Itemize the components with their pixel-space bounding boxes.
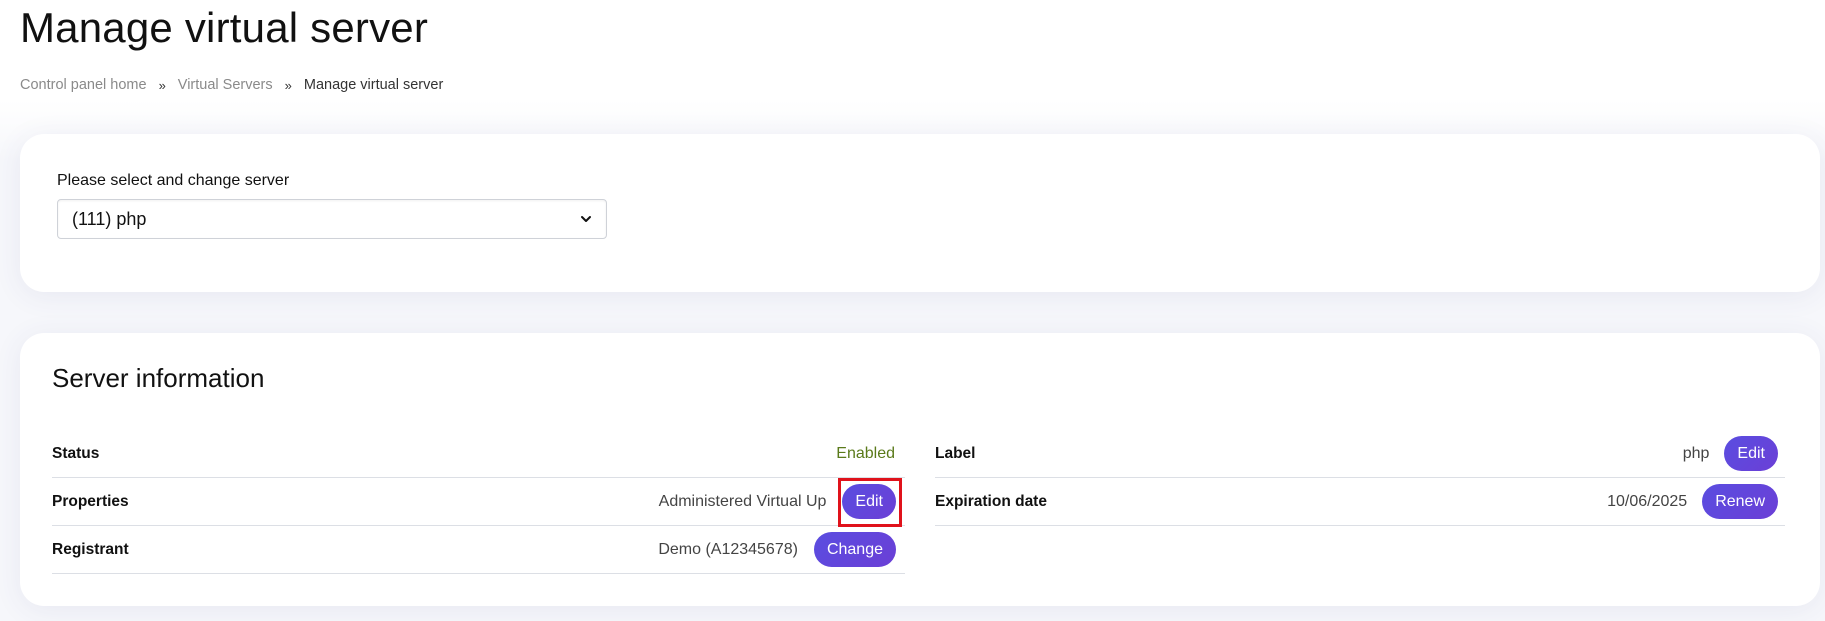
- server-information-title: Server information: [52, 363, 265, 393]
- status-label: Status: [52, 444, 100, 462]
- server-info-left-column: Status Enabled Properties Administered V…: [52, 430, 905, 574]
- expiration-date-value: 10/06/2025: [1607, 492, 1688, 510]
- page: Manage virtual server Control panel home…: [0, 0, 1825, 621]
- label-label: Label: [935, 444, 976, 462]
- registrant-value: Demo (A12345678): [658, 540, 798, 558]
- label-value: php: [1682, 444, 1710, 462]
- breadcrumb-separator: »: [284, 77, 292, 93]
- breadcrumb-link-virtual-servers[interactable]: Virtual Servers: [178, 77, 273, 93]
- properties-value: Administered Virtual Up: [658, 492, 827, 510]
- breadcrumb-current: Manage virtual server: [303, 77, 444, 93]
- server-select-card: Please select and change server (111) ph…: [20, 134, 1820, 292]
- info-row-expiration-date: Expiration date 10/06/2025 Renew: [935, 478, 1785, 526]
- breadcrumb: Control panel home » Virtual Servers » M…: [20, 77, 443, 93]
- info-row-label: Label php Edit: [935, 430, 1785, 478]
- server-select-dropdown[interactable]: (111) php: [57, 199, 607, 239]
- expiration-date-label: Expiration date: [935, 492, 1047, 510]
- breadcrumb-separator: »: [158, 77, 166, 93]
- properties-label: Properties: [52, 492, 129, 510]
- change-registrant-button[interactable]: Change: [813, 532, 896, 567]
- status-value: Enabled: [836, 444, 895, 462]
- info-row-status: Status Enabled: [52, 430, 905, 478]
- info-row-registrant: Registrant Demo (A12345678) Change: [52, 526, 905, 574]
- registrant-label: Registrant: [52, 540, 129, 558]
- breadcrumb-link-control-panel-home[interactable]: Control panel home: [20, 77, 147, 93]
- chevron-down-icon: [581, 216, 591, 222]
- renew-button[interactable]: Renew: [1702, 484, 1778, 519]
- info-row-properties: Properties Administered Virtual Up Edit: [52, 478, 905, 527]
- edit-properties-button[interactable]: Edit: [842, 484, 896, 519]
- edit-label-button[interactable]: Edit: [1724, 436, 1778, 471]
- server-info-right-column: Label php Edit Expiration date 10/06/202…: [935, 430, 1785, 526]
- server-select-value: (111) php: [72, 208, 147, 229]
- page-title: Manage virtual server: [20, 4, 429, 51]
- server-select-label: Please select and change server: [57, 172, 290, 189]
- server-information-card: Server information Status Enabled Proper…: [20, 333, 1820, 606]
